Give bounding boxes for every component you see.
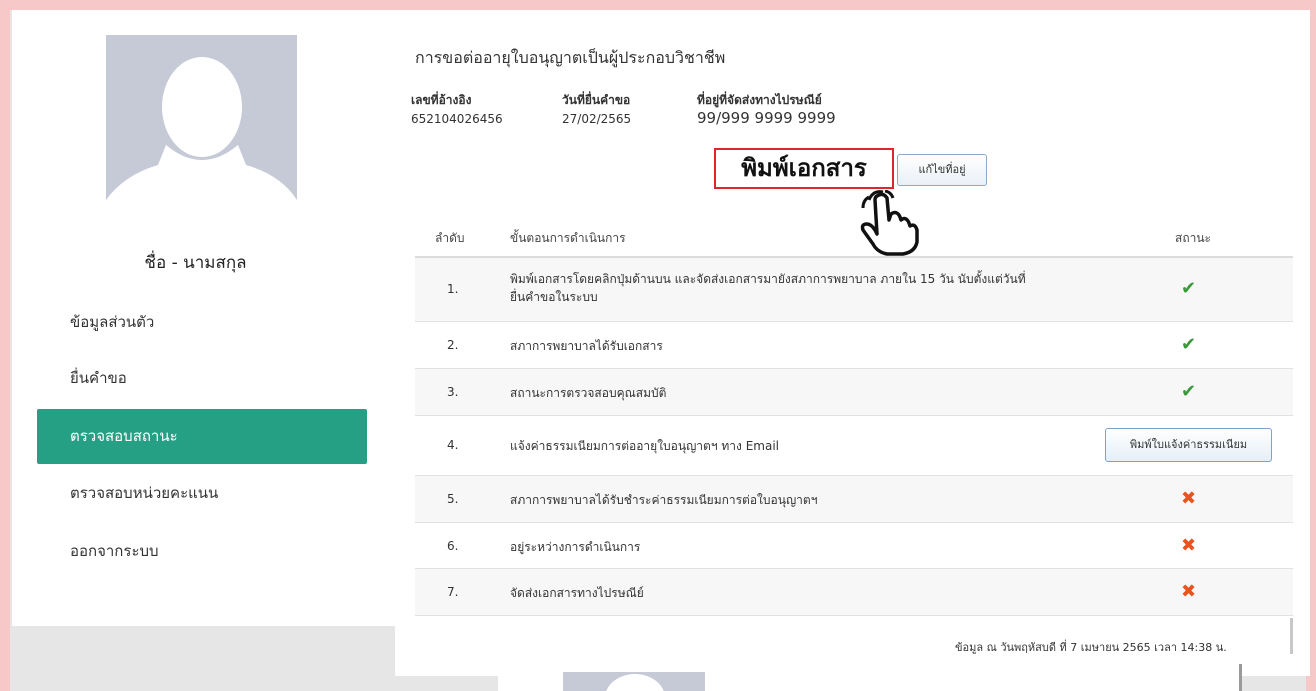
row-step-line1: พิมพ์เอกสารโดยคลิกปุ่มด้านบน และจัดส่งเอ…: [510, 272, 1026, 286]
table-row: 3. สถานะการตรวจสอบคุณสมบัติ ✔: [415, 369, 1293, 416]
table-row: 7. จัดส่งเอกสารทางไปรษณีย์ ✖: [415, 569, 1293, 616]
address-label: ที่อยู่ที่จัดส่งทางไปรษณีย์: [697, 93, 822, 107]
cross-icon: ✖: [1181, 581, 1197, 602]
sidebar-item-submit-request[interactable]: ยื่นคำขอ: [37, 351, 367, 406]
header-status: สถานะ: [1175, 231, 1211, 245]
table-row: 1. พิมพ์เอกสารโดยคลิกปุ่มด้านบน และจัดส่…: [415, 258, 1293, 322]
row-step: พิมพ์เอกสารโดยคลิกปุ่มด้านบน และจัดส่งเอ…: [510, 270, 1090, 306]
user-avatar-icon: [563, 672, 705, 691]
row-number: 1.: [447, 282, 459, 296]
sidebar: ชื่อ - นามสกุล ข้อมูลส่วนตัว ยื่นคำขอ ตร…: [12, 10, 395, 626]
row-step: สภาการพยาบาลได้รับเอกสาร: [510, 339, 663, 353]
sidebar-item-profile[interactable]: ข้อมูลส่วนตัว: [37, 295, 367, 350]
scrollbar[interactable]: [1290, 618, 1293, 654]
user-avatar-icon: [106, 35, 297, 240]
check-icon: ✔: [1181, 278, 1197, 299]
row-number: 5.: [447, 492, 459, 506]
print-fee-notice-button[interactable]: พิมพ์ใบแจ้งค่าธรรมเนียม: [1105, 428, 1272, 462]
edit-address-button[interactable]: แก้ไขที่อยู่: [897, 154, 987, 186]
scrollbar[interactable]: [1239, 664, 1242, 691]
row-step: แจ้งค่าธรรมเนียมการต่ออายุใบอนุญาตฯ ทาง …: [510, 439, 779, 453]
table-row: 2. สภาการพยาบาลได้รับเอกสาร ✔: [415, 322, 1293, 369]
header-no: ลำดับ: [435, 231, 465, 245]
row-step: สถานะการตรวจสอบคุณสมบัติ: [510, 386, 667, 400]
check-icon: ✔: [1181, 381, 1197, 402]
cross-icon: ✖: [1181, 535, 1197, 556]
date-value: 27/02/2565: [562, 112, 632, 126]
sidebar-item-check-status[interactable]: ตรวจสอบสถานะ: [37, 409, 367, 464]
table-row: 5. สภาการพยาบาลได้รับชำระค่าธรรมเนียมการ…: [415, 476, 1293, 523]
header-step: ขั้นตอนการดำเนินการ: [510, 231, 626, 245]
table-row: 4. แจ้งค่าธรรมเนียมการต่ออายุใบอนุญาตฯ ท…: [415, 416, 1293, 476]
row-step: จัดส่งเอกสารทางไปรษณีย์: [510, 586, 644, 600]
address-value: 99/999 9999 9999: [697, 109, 836, 127]
print-document-button[interactable]: พิมพ์เอกสาร: [714, 148, 894, 189]
ref-label: เลขที่อ้างอิง: [411, 93, 472, 107]
row-number: 7.: [447, 585, 459, 599]
main-panel: การขอต่ออายุใบอนุญาตเป็นผู้ประกอบวิชาชีพ…: [395, 10, 1310, 676]
data-timestamp: ข้อมูล ณ วันพฤหัสบดี ที่ 7 เมษายน 2565 เ…: [955, 641, 1227, 654]
sidebar-item-check-credits[interactable]: ตรวจสอบหน่วยคะแนน: [37, 466, 367, 521]
row-number: 4.: [447, 438, 459, 452]
row-number: 2.: [447, 338, 459, 352]
row-number: 6.: [447, 539, 459, 553]
ref-value: 652104026456: [411, 112, 503, 126]
sidebar-item-logout[interactable]: ออกจากระบบ: [37, 524, 367, 579]
row-step-line2: ยื่นคำขอในระบบ: [510, 290, 598, 304]
cross-icon: ✖: [1181, 488, 1197, 509]
user-name-label: ชื่อ - นามสกุล: [102, 248, 289, 278]
table-header: ลำดับ ขั้นตอนการดำเนินการ สถานะ: [415, 216, 1293, 258]
row-step: สภาการพยาบาลได้รับชำระค่าธรรมเนียมการต่อ…: [510, 493, 818, 507]
row-step: อยู่ระหว่างการดำเนินการ: [510, 540, 641, 554]
table-row: 6. อยู่ระหว่างการดำเนินการ ✖: [415, 523, 1293, 569]
check-icon: ✔: [1181, 334, 1197, 355]
date-label: วันที่ยื่นคำขอ: [562, 93, 631, 107]
row-number: 3.: [447, 385, 459, 399]
page-title: การขอต่ออายุใบอนุญาตเป็นผู้ประกอบวิชาชีพ: [415, 48, 726, 67]
